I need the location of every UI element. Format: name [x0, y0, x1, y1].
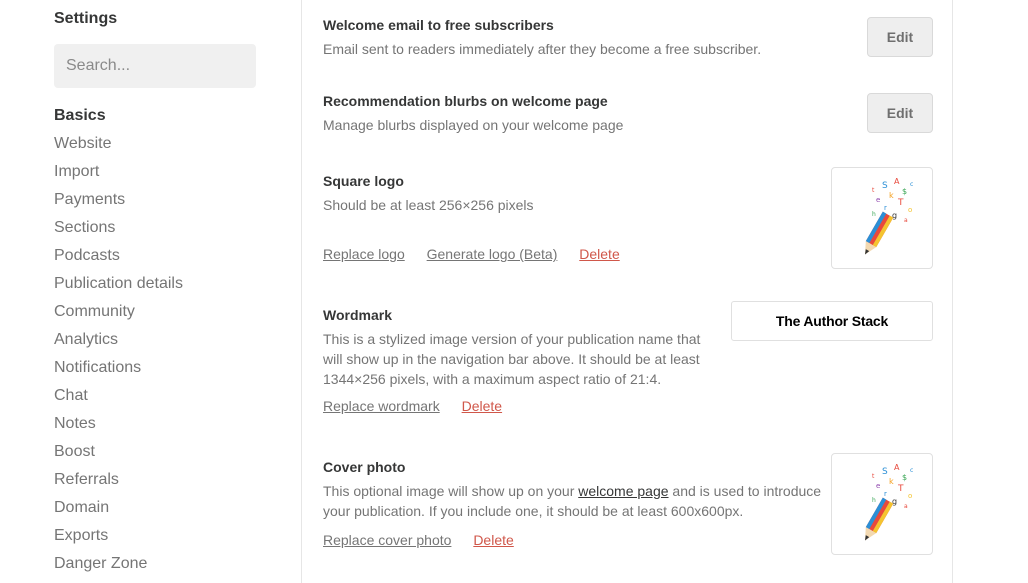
svg-text:T: T [897, 198, 904, 208]
square-logo-actions: Replace logo Generate logo (Beta) Delete [323, 246, 638, 262]
settings-main: Welcome email to free subscribers Email … [303, 0, 953, 583]
cover-photo-desc-before: This optional image will show up on your [323, 483, 579, 499]
sidebar-item-notifications[interactable]: Notifications [54, 357, 183, 385]
svg-text:e: e [876, 482, 880, 490]
generate-logo-link[interactable]: Generate logo (Beta) [427, 246, 558, 262]
welcome-email-title: Welcome email to free subscribers [323, 17, 554, 33]
welcome-page-link[interactable]: welcome page [578, 483, 668, 499]
square-logo-setting: Square logo Should be at least 256×256 p… [323, 167, 933, 282]
wordmark-description: This is a stylized image version of your… [323, 331, 701, 387]
svg-text:S: S [882, 181, 888, 191]
svg-text:t: t [872, 187, 875, 194]
svg-text:r: r [884, 204, 887, 212]
svg-text:k: k [889, 477, 894, 486]
svg-text:c: c [910, 467, 913, 474]
svg-text:T: T [897, 484, 904, 494]
svg-text:A: A [894, 177, 900, 186]
sidebar-item-exports[interactable]: Exports [54, 525, 183, 553]
sidebar-item-import[interactable]: Import [54, 161, 183, 189]
cover-photo-actions: Replace cover photo Delete [323, 532, 532, 548]
wordmark-preview[interactable]: The Author Stack [731, 301, 933, 341]
sidebar-item-analytics[interactable]: Analytics [54, 329, 183, 357]
svg-text:h: h [872, 497, 876, 504]
svg-text:o: o [908, 492, 912, 500]
sidebar-item-danger-zone[interactable]: Danger Zone [54, 553, 183, 581]
blurbs-description: Manage blurbs displayed on your welcome … [323, 117, 624, 133]
replace-wordmark-link[interactable]: Replace wordmark [323, 398, 440, 414]
sidebar-item-boost[interactable]: Boost [54, 441, 183, 469]
svg-text:r: r [884, 490, 887, 498]
pencil-letters-logo-icon: S A $ k e T r o h g a c t [865, 463, 913, 541]
sidebar-item-notes[interactable]: Notes [54, 413, 183, 441]
wordmark-preview-text: The Author Stack [775, 313, 889, 329]
wordmark-actions: Replace wordmark Delete [323, 398, 520, 414]
welcome-email-edit-button[interactable]: Edit [867, 17, 933, 57]
svg-text:A: A [894, 463, 900, 472]
svg-text:k: k [889, 191, 894, 200]
svg-text:S: S [882, 467, 888, 477]
svg-text:g: g [892, 211, 897, 220]
welcome-email-setting: Welcome email to free subscribers Email … [323, 16, 933, 76]
sidebar-item-sections[interactable]: Sections [54, 217, 183, 245]
blurbs-title: Recommendation blurbs on welcome page [323, 93, 608, 109]
welcome-email-description: Email sent to readers immediately after … [323, 41, 762, 57]
sidebar-item-community[interactable]: Community [54, 301, 183, 329]
sidebar-title: Settings [54, 10, 118, 27]
delete-wordmark-link[interactable]: Delete [462, 398, 502, 414]
sidebar-item-publication-details[interactable]: Publication details [54, 273, 183, 301]
delete-logo-link[interactable]: Delete [579, 246, 619, 262]
blurbs-edit-button[interactable]: Edit [867, 93, 933, 133]
svg-text:t: t [872, 473, 875, 480]
cover-photo-preview[interactable]: S A $ k e T r o h g a c t [831, 453, 933, 555]
svg-text:h: h [872, 211, 876, 218]
sidebar-item-website[interactable]: Website [54, 133, 183, 161]
blurbs-setting: Recommendation blurbs on welcome page Ma… [323, 92, 933, 152]
sidebar-item-payments[interactable]: Payments [54, 189, 183, 217]
cover-photo-description: This optional image will show up on your… [323, 481, 823, 521]
square-logo-preview[interactable]: S A $ k e T r o h g a c t [831, 167, 933, 269]
sidebar-item-referrals[interactable]: Referrals [54, 469, 183, 497]
svg-text:e: e [876, 196, 880, 204]
settings-sidebar: Settings Basics Website Import Payments … [0, 0, 302, 583]
replace-logo-link[interactable]: Replace logo [323, 246, 405, 262]
wordmark-setting: Wordmark This is a stylized image versio… [323, 301, 933, 421]
cover-photo-setting: Cover photo This optional image will sho… [323, 453, 933, 568]
sidebar-item-basics[interactable]: Basics [54, 105, 183, 133]
svg-text:c: c [910, 181, 913, 188]
search-input[interactable] [54, 44, 256, 88]
pencil-letters-logo-icon: S A $ k e T r o h g a c t [865, 177, 913, 255]
svg-text:o: o [908, 206, 912, 214]
delete-cover-photo-link[interactable]: Delete [473, 532, 513, 548]
svg-text:a: a [904, 217, 908, 224]
sidebar-item-domain[interactable]: Domain [54, 497, 183, 525]
svg-text:a: a [904, 503, 908, 510]
svg-text:$: $ [902, 187, 907, 196]
replace-cover-photo-link[interactable]: Replace cover photo [323, 532, 451, 548]
svg-text:g: g [892, 497, 897, 506]
svg-text:$: $ [902, 473, 907, 482]
settings-nav: Basics Website Import Payments Sections … [54, 105, 183, 581]
sidebar-item-podcasts[interactable]: Podcasts [54, 245, 183, 273]
sidebar-item-chat[interactable]: Chat [54, 385, 183, 413]
